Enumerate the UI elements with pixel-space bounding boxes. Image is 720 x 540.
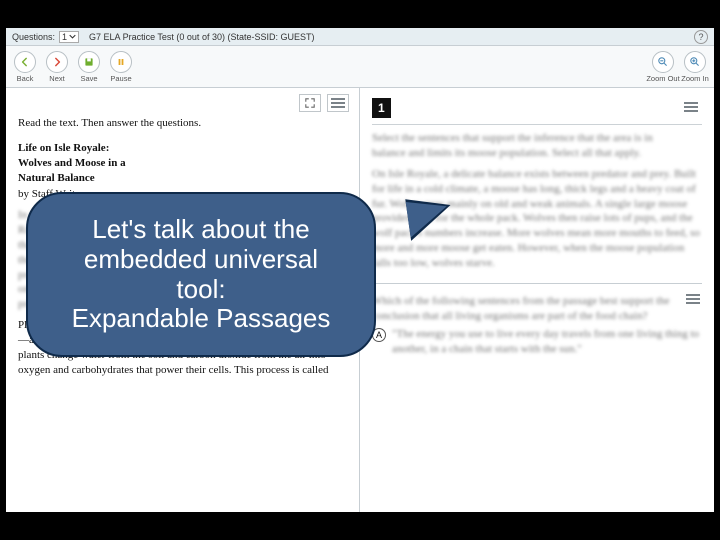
passage-title-line1: Life on Isle Royale: [18, 141, 347, 156]
question-menu-button[interactable] [680, 98, 702, 116]
next-button[interactable]: Next [44, 51, 70, 83]
passage-instructions: Read the text. Then answer the questions… [18, 116, 347, 131]
question-2-menu-button[interactable] [682, 290, 704, 308]
chevron-down-icon [69, 33, 76, 40]
questions-label: Questions: [12, 32, 55, 42]
q2-choice-a[interactable]: A "The energy you use to live every day … [372, 327, 702, 357]
divider [372, 124, 702, 125]
arrow-right-icon [51, 56, 63, 68]
back-button[interactable]: Back [12, 51, 38, 83]
question-number-badge: 1 [372, 98, 391, 118]
hamburger-icon [331, 98, 345, 108]
save-icon [83, 56, 95, 68]
zoom-out-button[interactable]: Zoom Out [650, 51, 676, 83]
header-bar: Questions: 1 G7 ELA Practice Test (0 out… [6, 28, 714, 46]
q2-choice-a-text: "The energy you use to live every day tr… [392, 327, 702, 357]
zoom-out-icon [657, 56, 669, 68]
passage-menu-button[interactable] [327, 94, 349, 112]
question-2-block: Which of the following sentences from th… [372, 283, 702, 357]
passage-title-line2: Wolves and Moose in a [18, 156, 347, 171]
q2-stem-line1: Which of the following sentences from th… [372, 294, 702, 309]
arrow-left-icon [19, 56, 31, 68]
callout-text: Let's talk about the embedded universal … [72, 215, 331, 335]
expand-passage-button[interactable] [299, 94, 321, 112]
help-button[interactable]: ? [694, 30, 708, 44]
hamburger-icon [684, 102, 698, 112]
hamburger-icon [686, 294, 700, 304]
pause-button[interactable]: Pause [108, 51, 134, 83]
toolbar: Back Next Save Pause Zoom Out Zoom In [6, 46, 714, 88]
expand-icon [304, 97, 316, 109]
test-meta: G7 ELA Practice Test (0 out of 30) (Stat… [89, 32, 314, 42]
question-current: 1 [62, 32, 67, 42]
question-pane: 1 Select the sentences that support the … [360, 88, 714, 512]
question-selector[interactable]: 1 [59, 31, 79, 43]
zoom-in-button[interactable]: Zoom In [682, 51, 708, 83]
q2-stem-line2: conclusion that all living organisms are… [372, 309, 702, 324]
q1-stem-line2: balance and limits its moose population.… [372, 146, 702, 161]
q1-stem-line1: Select the sentences that support the in… [372, 131, 702, 146]
slide-frame: Questions: 1 G7 ELA Practice Test (0 out… [0, 0, 720, 540]
zoom-in-icon [689, 56, 701, 68]
passage-title-line3: Natural Balance [18, 171, 347, 186]
pause-icon [115, 56, 127, 68]
callout-bubble: Let's talk about the embedded universal … [26, 192, 376, 357]
save-button[interactable]: Save [76, 51, 102, 83]
